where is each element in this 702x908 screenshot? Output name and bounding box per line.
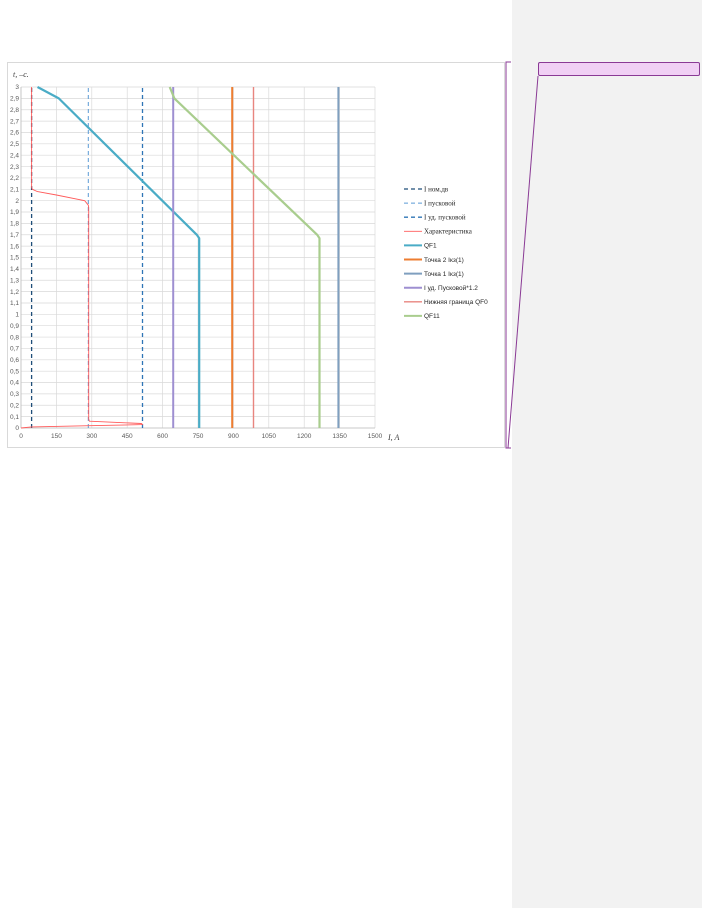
legend-label: Точка 2 Iкз(1) [424, 257, 464, 264]
chart-frame: 0 0,1 0,2 0,3 0,4 0,5 0,6 0,7 0,8 0,9 1 1,1 1,2 1,3 1,… [7, 62, 505, 448]
y-tick-label: 2,2 [10, 175, 19, 182]
chart-svg: 0 0,1 0,2 0,3 0,4 0,5 0,6 0,7 0,8 0,9 1 1,1 1,2 1,3 1,… [10, 70, 488, 442]
x-tick-label: 1500 [368, 433, 383, 440]
legend-label: QF1 [424, 243, 437, 250]
x-axis-title: I, A [387, 433, 400, 442]
y-tick-label: 0,4 [10, 380, 19, 387]
legend-label: QF11 [424, 313, 440, 320]
legend: I ном.дв I пусковой I уд. пусковой Характер… [404, 185, 488, 320]
y-tick-label: 1 [15, 312, 19, 319]
x-tick-label: 900 [228, 433, 239, 440]
y-tick-label: 1,3 [10, 277, 19, 284]
y-tick-label: 0,7 [10, 346, 19, 353]
y-tick-label: 1,1 [10, 300, 19, 307]
legend-label: Характеристика [424, 228, 473, 236]
y-tick-label: 2,4 [10, 152, 19, 159]
legend-label: Точка 1 Iкз(1) [424, 271, 464, 278]
x-tick-label: 600 [157, 433, 168, 440]
y-tick-label: 0,1 [10, 414, 19, 421]
legend-label: I уд. пусковой [424, 214, 466, 222]
x-tick-label: 450 [122, 433, 133, 440]
y-tick-label: 2 [15, 198, 19, 205]
x-tick-label: 150 [51, 433, 62, 440]
x-tick-label: 0 [19, 433, 23, 440]
legend-label: Нижняя граница QF0 [424, 299, 488, 306]
y-tick-label: 0,5 [10, 368, 19, 375]
y-tick-label: 3 [15, 84, 19, 91]
y-tick-label: 1,8 [10, 221, 19, 228]
y-tick-label: 2,5 [10, 141, 19, 148]
comment-connector [505, 61, 539, 449]
y-tick-label: 1,4 [10, 266, 19, 273]
legend-label: I пусковой [424, 199, 456, 207]
comment-pane [512, 0, 702, 908]
y-axis-title: t, –c. [13, 70, 29, 79]
y-tick-label: 2,1 [10, 187, 19, 194]
comment-connector-diagonal [507, 75, 539, 449]
grid-layer [20, 86, 376, 429]
x-tick-label: 300 [86, 433, 97, 440]
x-tick-label: 1050 [262, 433, 277, 440]
x-tick-label: 750 [193, 433, 204, 440]
y-tick-label: 2,6 [10, 130, 19, 137]
y-tick-label: 1,5 [10, 255, 19, 262]
x-tick-label: 1350 [332, 433, 347, 440]
y-tick-label: 1,2 [10, 289, 19, 296]
y-tick-label: 0,3 [10, 391, 19, 398]
ticks-layer: 0 0,1 0,2 0,3 0,4 0,5 0,6 0,7 0,8 0,9 1 1,1 1,2 1,3 1,… [10, 84, 383, 440]
y-tick-label: 0,8 [10, 334, 19, 341]
y-tick-label: 0,9 [10, 323, 19, 330]
y-tick-label: 1,9 [10, 209, 19, 216]
comment-connector-line [505, 61, 511, 449]
y-tick-label: 1,7 [10, 232, 19, 239]
y-tick-label: 0,2 [10, 402, 19, 409]
comment-balloon[interactable] [538, 62, 700, 76]
y-tick-label: 0 [15, 425, 19, 432]
y-tick-label: 0,6 [10, 357, 19, 364]
y-tick-label: 1,6 [10, 243, 19, 250]
x-tick-label: 1200 [297, 433, 312, 440]
y-tick-label: 2,7 [10, 118, 19, 125]
legend-label: I уд. Пусковой*1.2 [424, 284, 478, 292]
y-tick-label: 2,8 [10, 107, 19, 114]
y-tick-label: 2,9 [10, 96, 19, 103]
y-tick-label: 2,3 [10, 164, 19, 171]
legend-label: I ном.дв [424, 185, 449, 193]
